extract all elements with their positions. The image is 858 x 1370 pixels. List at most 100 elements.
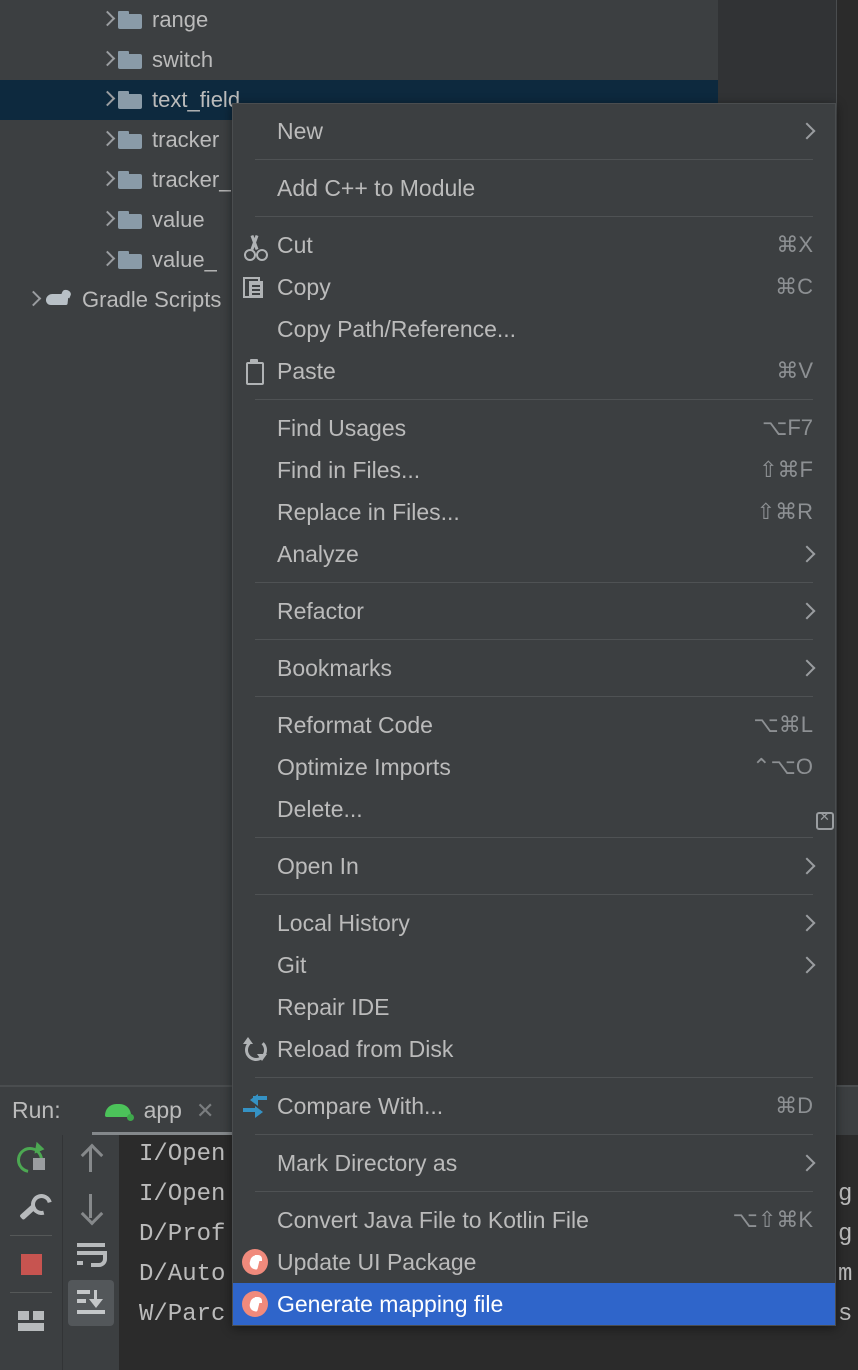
vertical-splitter[interactable] [836, 0, 837, 1085]
menu-item-label: Cut [277, 231, 313, 258]
menu-item-label: Open In [277, 852, 359, 879]
toolbar-divider [10, 1235, 52, 1236]
tree-item-label: text_field [152, 87, 241, 112]
run-toolbar-secondary [63, 1135, 118, 1370]
chevron-right-icon[interactable] [96, 49, 118, 71]
console-line-overflow: g [838, 1221, 853, 1248]
menu-item-label: Generate mapping file [277, 1290, 504, 1317]
folder-icon [118, 171, 142, 189]
arrow-down-icon [80, 1192, 102, 1222]
kotlin-plugin-icon [233, 1291, 277, 1317]
editor-area [837, 0, 858, 1085]
menu-item-analyze[interactable]: Analyze [233, 533, 835, 575]
cut-icon [233, 233, 277, 261]
menu-item-shortcut: ⌥F7 [761, 415, 813, 440]
menu-separator [255, 837, 813, 838]
wrench-icon [17, 1193, 45, 1221]
menu-item-shortcut: ⌘X [776, 232, 813, 257]
menu-item-add-c-to-module[interactable]: Add C++ to Module [233, 167, 835, 209]
arrow-up-icon [80, 1144, 102, 1174]
menu-item-label: Delete... [277, 795, 363, 822]
menu-item-shortcut: ⇧⌘R [756, 499, 813, 524]
menu-item-compare-with[interactable]: Compare With... ⌘D [233, 1085, 835, 1127]
toolbar-divider [10, 1292, 52, 1293]
menu-item-convert-java-file-to-kotlin-file[interactable]: Convert Java File to Kotlin File ⌥⇧⌘K [233, 1199, 835, 1241]
menu-item-label: New [277, 117, 324, 144]
menu-item-copy-path-reference[interactable]: Copy Path/Reference... [233, 308, 835, 350]
scroll-to-end-button[interactable] [63, 1279, 118, 1327]
menu-item-shortcut: ⌘V [776, 358, 813, 383]
menu-item-reload-from-disk[interactable]: Reload from Disk [233, 1028, 835, 1070]
run-tab-app[interactable]: app ✕ [103, 1087, 214, 1134]
menu-item-label: Copy Path/Reference... [277, 315, 517, 342]
stop-button[interactable] [0, 1240, 62, 1288]
folder-icon [118, 251, 142, 269]
menu-item-reformat-code[interactable]: Reformat Code ⌥⌘L [233, 704, 835, 746]
menu-item-delete[interactable]: Delete... [233, 788, 835, 830]
menu-item-new[interactable]: New [233, 110, 835, 152]
chevron-right-icon[interactable] [96, 249, 118, 271]
folder-icon [118, 11, 142, 29]
menu-item-label: Find in Files... [277, 456, 421, 483]
menu-item-label: Copy [277, 273, 331, 300]
close-icon[interactable]: ✕ [196, 1099, 214, 1122]
menu-item-label: Git [277, 951, 307, 978]
menu-item-shortcut: ⌘C [775, 274, 813, 299]
menu-item-label: Paste [277, 357, 336, 384]
console-line-overflow: g [838, 1181, 853, 1208]
menu-item-refactor[interactable]: Refactor [233, 590, 835, 632]
run-console-right-overflow: ggms [838, 1135, 858, 1370]
menu-item-open-in[interactable]: Open In [233, 845, 835, 887]
menu-separator [255, 894, 813, 895]
menu-item-optimize-imports[interactable]: Optimize Imports ⌃⌥O [233, 746, 835, 788]
menu-separator [255, 399, 813, 400]
soft-wrap-button[interactable] [63, 1231, 118, 1279]
chevron-right-icon[interactable] [96, 169, 118, 191]
layout-settings-button[interactable] [0, 1297, 62, 1345]
tree-item-switch[interactable]: switch [0, 40, 718, 80]
menu-item-paste[interactable]: Paste ⌘V [233, 350, 835, 392]
menu-item-replace-in-files[interactable]: Replace in Files... ⇧⌘R [233, 491, 835, 533]
chevron-right-icon[interactable] [22, 289, 44, 311]
menu-item-update-ui-package[interactable]: Update UI Package [233, 1241, 835, 1283]
menu-item-find-in-files[interactable]: Find in Files... ⇧⌘F [233, 449, 835, 491]
menu-item-generate-mapping-file[interactable]: Generate mapping file [233, 1283, 835, 1325]
chevron-right-icon[interactable] [96, 89, 118, 111]
scroll-to-end-icon [76, 1290, 105, 1316]
chevron-right-icon [798, 1152, 835, 1174]
stop-icon [20, 1253, 42, 1275]
chevron-right-icon[interactable] [96, 129, 118, 151]
tree-item-range[interactable]: range [0, 0, 718, 40]
menu-item-label: Optimize Imports [277, 753, 451, 780]
menu-item-repair-ide[interactable]: Repair IDE [233, 986, 835, 1028]
chevron-right-icon [798, 912, 835, 934]
menu-item-git[interactable]: Git [233, 944, 835, 986]
menu-item-label: Local History [277, 909, 410, 936]
ide-window: range switch text_field tracker tracker_ valu… [0, 0, 858, 1370]
chevron-right-icon [798, 600, 835, 622]
edit-configuration-button[interactable] [0, 1183, 62, 1231]
menu-separator [255, 1077, 813, 1078]
menu-item-mark-directory-as[interactable]: Mark Directory as [233, 1142, 835, 1184]
menu-item-shortcut: ⌃⌥O [752, 754, 813, 779]
up-button[interactable] [63, 1135, 118, 1183]
menu-item-local-history[interactable]: Local History [233, 902, 835, 944]
menu-separator [255, 216, 813, 217]
console-line-overflow: s [838, 1301, 853, 1328]
menu-item-label: Compare With... [277, 1092, 444, 1119]
menu-item-cut[interactable]: Cut ⌘X [233, 224, 835, 266]
menu-item-label: Mark Directory as [277, 1149, 458, 1176]
android-icon [103, 1100, 135, 1121]
chevron-right-icon[interactable] [96, 209, 118, 231]
menu-item-copy[interactable]: Copy ⌘C [233, 266, 835, 308]
menu-item-bookmarks[interactable]: Bookmarks [233, 647, 835, 689]
rerun-button[interactable] [0, 1135, 62, 1183]
menu-item-find-usages[interactable]: Find Usages ⌥F7 [233, 407, 835, 449]
rerun-icon [16, 1141, 46, 1173]
wrap-icon [76, 1243, 107, 1267]
chevron-right-icon[interactable] [96, 9, 118, 31]
menu-item-shortcut: ⇧⌘F [759, 457, 813, 482]
down-button[interactable] [63, 1183, 118, 1231]
menu-item-shortcut: ⌥⌘L [753, 712, 813, 737]
chevron-right-icon [798, 954, 835, 976]
